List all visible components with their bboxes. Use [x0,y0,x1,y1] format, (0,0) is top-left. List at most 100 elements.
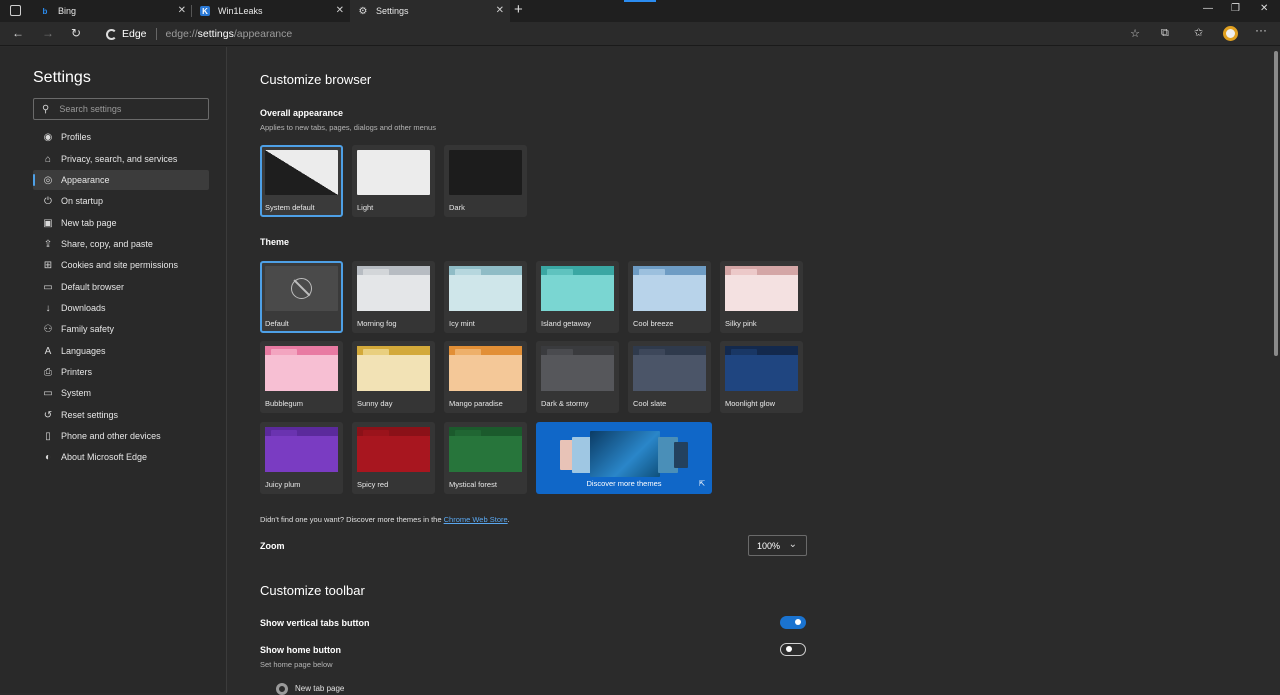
sidebar-item-system[interactable]: ▭ System [33,383,209,403]
printer-icon: ⎙ [44,366,52,378]
theme-card[interactable]: Mango paradise [444,341,527,413]
cookie-icon: ⊞ [43,259,53,271]
no-theme-icon [291,278,312,299]
external-link-icon: ⇱ [698,479,705,488]
appearance-dark[interactable]: Dark [444,145,527,217]
back-icon[interactable]: ← [12,26,24,40]
new-tab-icon[interactable]: + [514,1,523,19]
theme-card[interactable]: Juicy plum [260,422,343,494]
download-icon: ↓ [45,302,51,314]
forward-icon[interactable]: → [42,26,54,40]
new-tab-page-radio[interactable] [276,683,288,695]
edge-logo-icon [106,28,117,40]
tab-actions-icon[interactable] [10,5,21,16]
tab-title: Win1Leaks [218,6,263,16]
settings-content: Customize browser Overall appearance App… [228,47,1272,695]
sidebar-item-appearance[interactable]: ◎ Appearance [33,170,209,190]
vertical-tabs-toggle[interactable] [780,616,806,629]
minimize-icon[interactable]: — [1203,3,1213,14]
restore-icon[interactable]: ❐ [1231,3,1240,14]
add-favorite-icon[interactable]: ☆ [1130,27,1140,40]
theme-card[interactable]: Icy mint [444,261,527,333]
sidebar-item-phone[interactable]: ▯ Phone and other devices [33,426,209,446]
settings-sidebar: Settings ⚲ ◉Profiles ⌂Privacy, search, a… [0,47,227,693]
overall-appearance-title: Overall appearance [260,108,344,118]
zoom-dropdown[interactable]: 100% ⌄ [748,535,807,556]
tab-win1leaks[interactable]: K Win1Leaks ✕ [192,0,350,22]
discover-more-themes[interactable]: Discover more themes ⇱ [536,422,712,494]
theme-card[interactable]: Bubblegum [260,341,343,413]
appearance-light[interactable]: Light [352,145,435,217]
bing-icon: b [42,6,48,16]
vertical-tabs-label: Show vertical tabs button [260,618,370,628]
chrome-web-store-link[interactable]: Chrome Web Store [444,515,508,524]
theme-preview [633,346,706,391]
theme-card[interactable]: Island getaway [536,261,619,333]
sidebar-item-downloads[interactable]: ↓ Downloads [33,298,209,318]
sidebar-item-on-startup[interactable]: ⏻ On startup [33,191,209,211]
theme-card[interactable]: Cool breeze [628,261,711,333]
theme-preview [541,346,614,391]
close-icon[interactable]: ✕ [496,5,504,17]
customize-browser-title: Customize browser [260,72,372,87]
vk-icon: K [200,6,210,16]
favorites-icon[interactable]: ✩ [1194,27,1203,40]
theme-card[interactable]: Default [260,261,343,333]
theme-preview [541,266,614,311]
tab-title: Bing [58,6,77,16]
sidebar-item-reset[interactable]: ↺ Reset settings [33,405,209,425]
edge-icon: ◐ [44,451,52,463]
theme-preview [449,427,522,472]
url-host: settings [197,28,234,40]
system-default-preview [265,150,338,195]
theme-preview [633,266,706,311]
system-icon: ▭ [43,387,53,399]
sidebar-item-share[interactable]: ⇪ Share, copy, and paste [33,234,209,254]
theme-card[interactable]: Dark & stormy [536,341,619,413]
theme-preview [725,346,798,391]
more-menu-icon[interactable]: ··· [1255,24,1267,37]
theme-preview [357,266,430,311]
theme-card[interactable]: Spicy red [352,422,435,494]
sidebar-item-family[interactable]: ⚇ Family safety [33,319,209,339]
tab-settings[interactable]: ⚙ Settings ✕ [350,0,510,22]
sidebar-item-default-browser[interactable]: ▭ Default browser [33,277,209,297]
tab-strip: b Bing ✕ K Win1Leaks ✕ ⚙ Settings ✕ + — … [0,0,1280,22]
theme-preview [357,427,430,472]
close-icon[interactable]: ✕ [336,5,344,17]
close-window-icon[interactable]: ✕ [1260,3,1268,14]
sidebar-item-privacy[interactable]: ⌂ Privacy, search, and services [33,149,209,169]
tab-bing[interactable]: b Bing ✕ [32,0,192,22]
extensions-icon[interactable]: ⧉ [1161,27,1169,40]
home-button-toggle[interactable] [780,643,806,656]
share-icon: ⇪ [43,238,53,250]
theme-card[interactable]: Cool slate [628,341,711,413]
sidebar-item-profiles[interactable]: ◉ Profiles [33,127,209,147]
theme-card[interactable]: Moonlight glow [720,341,803,413]
theme-card[interactable]: Sunny day [352,341,435,413]
theme-card[interactable]: Silky pink [720,261,803,333]
sidebar-item-cookies[interactable]: ⊞ Cookies and site permissions [33,255,209,275]
scrollbar[interactable] [1272,47,1280,693]
palette-icon: ◎ [43,174,53,186]
search-box[interactable]: ⚲ [33,98,209,120]
overall-appearance-desc: Applies to new tabs, pages, dialogs and … [260,123,436,132]
appearance-system-default[interactable]: System default [260,145,343,217]
light-preview [357,150,430,195]
sidebar-item-languages[interactable]: A Languages [33,341,209,361]
profile-avatar[interactable] [1223,26,1238,41]
refresh-icon[interactable]: ↻ [71,26,81,40]
reset-icon: ↺ [43,409,53,421]
scrollbar-thumb[interactable] [1274,51,1278,356]
address-bar[interactable]: Edge edge://settings/appearance ☆ [96,24,1148,44]
search-input[interactable] [59,104,200,114]
browser-toolbar: ← → ↻ Edge edge://settings/appearance ☆ … [0,22,1280,46]
sidebar-item-printers[interactable]: ⎙ Printers [33,362,209,382]
theme-card[interactable]: Morning fog [352,261,435,333]
theme-card[interactable]: Mystical forest [444,422,527,494]
sidebar-item-new-tab[interactable]: ▣ New tab page [33,213,209,233]
theme-preview [449,266,522,311]
zoom-label: Zoom [260,541,285,551]
close-icon[interactable]: ✕ [178,5,186,17]
sidebar-item-about[interactable]: ◐ About Microsoft Edge [33,447,209,467]
